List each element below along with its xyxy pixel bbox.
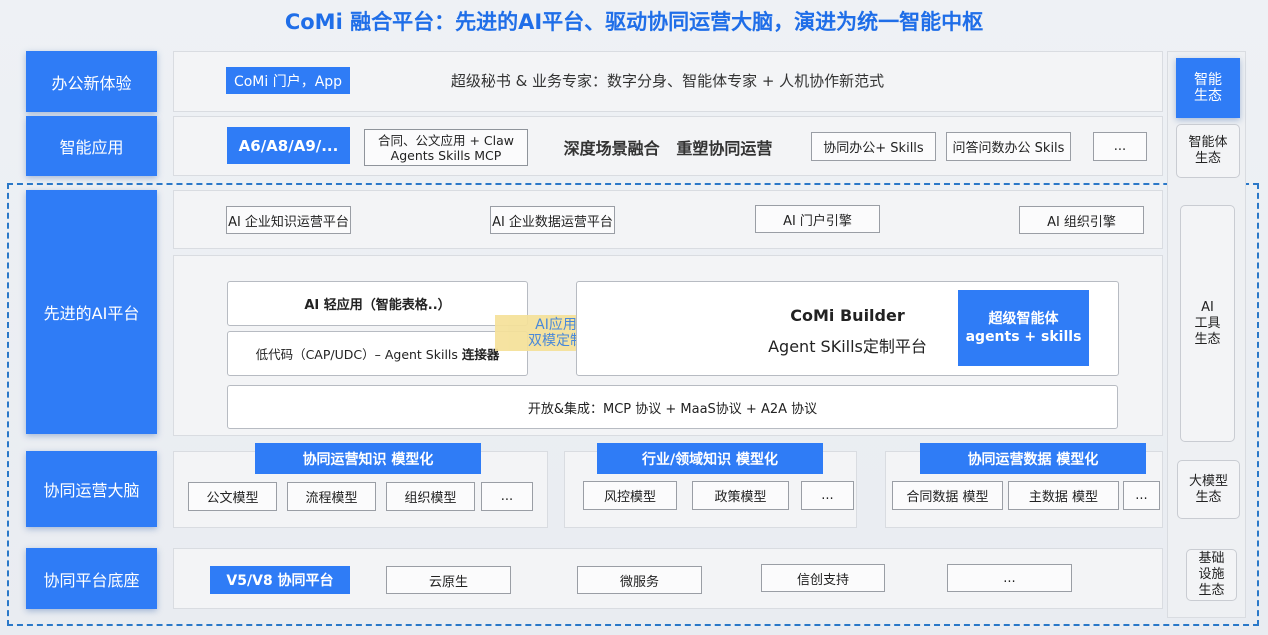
row-label-apps: 智能应用 [26, 116, 157, 176]
brain-group-3-header: 协同运营数据 模型化 [920, 443, 1146, 474]
comi-portal-badge: CoMi 门户，App [226, 67, 350, 94]
builder-title: CoMi Builder [790, 305, 905, 325]
model-process-box: 流程模型 [287, 482, 376, 511]
ai-portal-engine-box: AI 门户引擎 [755, 205, 880, 233]
brain-group-2-more: ... [801, 481, 854, 510]
smart-eco-badge: 智能 生态 [1176, 58, 1240, 118]
cloud-native-box: 云原生 [386, 566, 511, 594]
brain-group-1-header: 协同运营知识 模型化 [255, 443, 481, 474]
apps-headline: 深度场景融合 重塑协同运营 [563, 138, 773, 158]
skill-box-collab: 协同办公+ Skills [811, 132, 936, 161]
v5-v8-platform-badge: V5/V8 协同平台 [210, 566, 350, 594]
ai-data-platform-box: AI 企业数据运营平台 [490, 206, 615, 234]
contract-app-box: 合同、公文应用 + Claw Agents Skills MCP [364, 129, 528, 166]
model-policy-box: 政策模型 [692, 481, 789, 510]
page-title: CoMi 融合平台：先进的AI平台、驱动协同运营大脑，演进为统一智能中枢 [284, 10, 984, 34]
ai-light-app-box: AI 轻应用（智能表格..） [227, 281, 528, 326]
microservice-box: 微服务 [577, 566, 702, 594]
super-agent-box: 超级智能体 agents + skills [958, 290, 1089, 366]
base-more-box: ... [947, 564, 1072, 592]
apps-more-box: ... [1093, 132, 1147, 161]
agent-eco-box: 智能体 生态 [1176, 124, 1240, 178]
builder-subtitle: Agent SKills定制平台 [768, 337, 927, 356]
ai-org-engine-box: AI 组织引擎 [1019, 206, 1144, 234]
ai-knowledge-platform-box: AI 企业知识运营平台 [226, 206, 351, 234]
open-integration-box: 开放&集成：MCP 协议 + MaaS协议 + A2A 协议 [227, 385, 1118, 429]
model-master-data-box: 主数据 模型 [1008, 481, 1119, 510]
model-org-box: 组织模型 [386, 482, 475, 511]
model-contract-data-box: 合同数据 模型 [892, 481, 1003, 510]
ai-tool-eco-box: AI 工具 生态 [1180, 205, 1235, 442]
a6-a8-a9-badge: A6/A8/A9/... [227, 127, 350, 164]
llm-eco-box: 大模型 生态 [1177, 460, 1240, 519]
lowcode-box: 低代码（CAP/UDC）– Agent Skills 连接器 [227, 331, 528, 376]
lowcode-label: 低代码（CAP/UDC）– Agent Skills [255, 347, 462, 362]
brain-group-3-more: ... [1123, 481, 1160, 510]
xinchuang-support-box: 信创支持 [761, 564, 885, 592]
skill-box-qa: 问答问数办公 Skils [946, 132, 1071, 161]
connector-label: 连接器 [461, 347, 500, 362]
model-doc-box: 公文模型 [188, 482, 277, 511]
model-risk-box: 风控模型 [583, 481, 677, 510]
brain-group-2-header: 行业/领域知识 模型化 [597, 443, 823, 474]
row-label-office: 办公新体验 [26, 51, 157, 112]
brain-group-1-more: ... [481, 482, 533, 511]
infra-eco-box: 基础 设施 生态 [1186, 549, 1237, 601]
office-description: 超级秘书 & 业务专家：数字分身、智能体专家 + 人机协作新范式 [450, 72, 885, 90]
